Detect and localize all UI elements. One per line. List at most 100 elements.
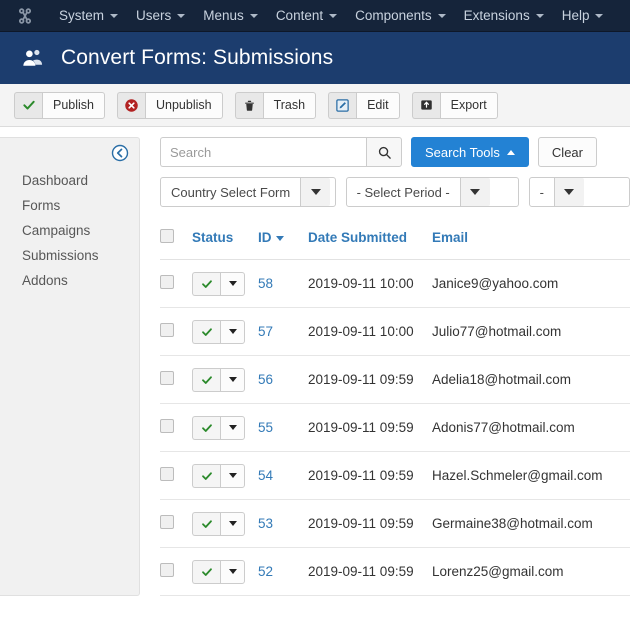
row-status-cell [192,355,258,404]
sidebar-item-dashboard[interactable]: Dashboard [0,168,139,193]
column-header-status[interactable]: Status [192,221,258,260]
status-dropdown-button[interactable] [220,559,245,584]
row-status-cell [192,403,258,452]
chevron-down-icon [437,13,446,18]
row-date-cell: 2019-09-11 09:59 [308,403,432,452]
trash-button[interactable]: Trash [234,91,317,119]
sidebar-item-addons[interactable]: Addons [0,268,139,293]
table-row: 54 2019-09-11 09:59 Hazel.Schmeler@gmail… [160,451,630,500]
row-email-cell: Hazel.Schmeler@gmail.com [432,451,630,500]
column-header-date-submitted[interactable]: Date Submitted [308,221,432,260]
row-id-link[interactable]: 57 [258,324,273,339]
status-published-icon[interactable] [192,319,220,344]
menu-item-system[interactable]: System [50,0,127,32]
chevron-down-icon [228,329,237,334]
chevron-down-icon [228,521,237,526]
third-filter-value: - [539,184,544,200]
clear-button[interactable]: Clear [537,137,597,167]
row-checkbox[interactable] [160,323,174,337]
row-id-link[interactable]: 53 [258,516,273,531]
search-submit-button[interactable] [366,137,402,167]
search-input[interactable] [160,137,366,167]
status-published-icon[interactable] [192,511,220,536]
row-date-cell: 2019-09-11 09:59 [308,355,432,404]
status-dropdown-button[interactable] [220,415,245,440]
status-toggle-group [192,319,245,344]
chevron-down-icon [177,13,186,18]
row-id-cell: 52 [258,547,308,596]
sidebar-item-campaigns[interactable]: Campaigns [0,218,139,243]
status-published-icon[interactable] [192,559,220,584]
row-id-link[interactable]: 54 [258,468,273,483]
sidebar-item-forms[interactable]: Forms [0,193,139,218]
status-dropdown-button[interactable] [220,463,245,488]
chevron-down-icon [228,473,237,478]
row-select-cell [160,547,192,596]
row-id-link[interactable]: 55 [258,420,273,435]
row-select-cell [160,355,192,404]
row-status-cell [192,259,258,308]
publish-button[interactable]: Publish [14,91,105,119]
select-all-checkbox[interactable] [160,229,174,243]
row-id-link[interactable]: 52 [258,564,273,579]
row-checkbox[interactable] [160,563,174,577]
menu-item-label: Menus [203,8,244,23]
trash-button-label: Trash [262,91,317,119]
menu-item-content[interactable]: Content [267,0,346,32]
row-email-cell: Germaine38@hotmail.com [432,499,630,548]
menu-item-label: Help [561,8,590,23]
column-header-email[interactable]: Email [432,221,630,260]
unpublish-button[interactable]: Unpublish [117,91,223,119]
status-published-icon[interactable] [192,463,220,488]
status-published-icon[interactable] [192,415,220,440]
table-row: 58 2019-09-11 10:00 Janice9@yahoo.com [160,259,630,308]
column-header-id[interactable]: ID [258,221,308,260]
chevron-down-icon [228,281,237,286]
row-checkbox[interactable] [160,275,174,289]
menu-item-help[interactable]: Help [553,0,613,32]
status-toggle-group [192,367,245,392]
row-checkbox[interactable] [160,515,174,529]
table-row: 53 2019-09-11 09:59 Germaine38@hotmail.c… [160,499,630,548]
status-dropdown-button[interactable] [220,511,245,536]
row-checkbox[interactable] [160,467,174,481]
status-toggle-group [192,415,245,440]
row-select-cell [160,499,192,548]
table-row: 52 2019-09-11 09:59 Lorenz25@gmail.com [160,547,630,596]
circle-arrow-left-icon[interactable] [111,144,129,162]
column-header-id-label: ID [258,230,272,245]
status-dropdown-button[interactable] [220,367,245,392]
chevron-up-icon [506,149,515,155]
status-published-icon[interactable] [192,367,220,392]
period-filter-select[interactable]: - Select Period - [345,177,519,207]
menu-item-users[interactable]: Users [127,0,194,32]
status-toggle-group [192,271,245,296]
status-dropdown-button[interactable] [220,319,245,344]
check-icon [14,91,42,119]
row-checkbox[interactable] [160,371,174,385]
status-dropdown-button[interactable] [220,271,245,296]
row-select-cell [160,451,192,500]
export-button[interactable]: Export [411,91,498,119]
chevron-down-icon [329,13,338,18]
third-filter-select[interactable]: - [528,177,630,207]
row-id-link[interactable]: 56 [258,372,273,387]
menu-item-extensions[interactable]: Extensions [455,0,553,32]
form-filter-select[interactable]: Country Select Form [160,177,336,207]
pencil-square-icon [328,91,357,119]
joomla-logo-icon[interactable] [14,5,36,27]
menu-item-label: Components [355,8,432,23]
menu-item-components[interactable]: Components [346,0,455,32]
sidebar-item-submissions[interactable]: Submissions [0,243,139,268]
status-published-icon[interactable] [192,271,220,296]
row-checkbox[interactable] [160,419,174,433]
edit-button[interactable]: Edit [328,91,400,119]
edit-button-label: Edit [356,91,400,119]
row-id-link[interactable]: 58 [258,276,273,291]
chevron-down-icon [535,13,544,18]
menu-item-menus[interactable]: Menus [194,0,267,32]
search-tools-button[interactable]: Search Tools [411,137,529,167]
chevron-down-icon [228,569,237,574]
row-date-cell: 2019-09-11 09:59 [308,499,432,548]
sidebar-menu: Dashboard Forms Campaigns Submissions Ad… [0,168,139,293]
